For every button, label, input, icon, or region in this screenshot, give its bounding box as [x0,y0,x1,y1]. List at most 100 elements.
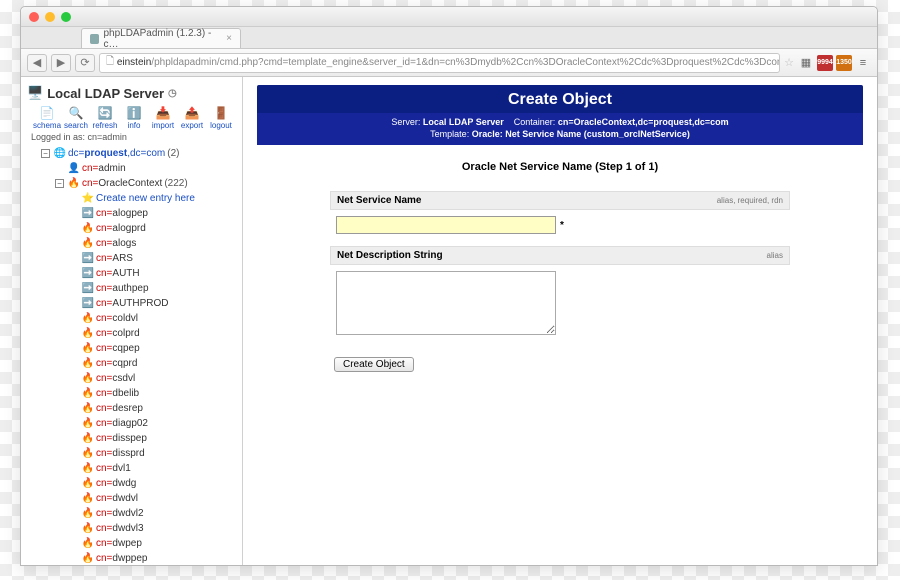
tree-node[interactable]: 🔥cn=dissprd [69,446,238,461]
tree-node[interactable]: 🔥cn=dwdvl [69,491,238,506]
tree-link[interactable]: cn=dwdvl [96,491,138,506]
browser-tab[interactable]: phpLDAPadmin (1.2.3) - c… × [81,28,241,48]
minimize-window-button[interactable] [45,12,55,22]
tree-node[interactable]: ➡️cn=authpep [69,281,238,296]
entry-icon: 🔥 [82,493,94,505]
tree-node[interactable]: ➡️cn=ARS [69,251,238,266]
tree-link[interactable]: cn=dwdvl2 [96,506,144,521]
entry-icon: 🔥 [82,448,94,460]
net-description-input[interactable] [336,271,556,335]
tree-node[interactable]: 🔥cn=alogs [69,236,238,251]
tree-link[interactable]: cn=cqprd [96,356,137,371]
create-new-entry[interactable]: ⭐ Create new entry here [69,191,238,206]
tree-link[interactable]: cn=colprd [96,326,140,341]
tree-node[interactable]: 🔥cn=disspep [69,431,238,446]
tree-node[interactable]: 🔥cn=alogprd [69,221,238,236]
action-label: info [128,121,141,130]
tree-root-link[interactable]: dc=proquest,dc=com [68,146,165,161]
close-window-button[interactable] [29,12,39,22]
tree-link[interactable]: cn=cqpep [96,341,140,356]
tree-link[interactable]: cn=alogs [96,236,136,251]
tree-link[interactable]: cn=AUTH [96,266,140,281]
tree-link[interactable]: cn=authpep [96,281,149,296]
action-search[interactable]: 🔍search [62,105,90,130]
info-icon: ℹ️ [126,105,142,121]
tree-node[interactable]: 🔥cn=dwdvl3 [69,521,238,536]
bookmark-star-icon[interactable]: ☆ [784,56,794,69]
tree-link[interactable]: cn=dissprd [96,446,145,461]
action-label: import [152,121,174,130]
action-schema[interactable]: 📄schema [33,105,61,130]
tree-link[interactable]: cn=desrep [96,401,143,416]
tree-link[interactable]: cn=dwpep [96,536,142,551]
tree-root[interactable]: − 🌐 dc=proquest,dc=com (2) [41,146,238,161]
extension-icon[interactable]: 1350 [836,55,852,71]
net-service-name-input[interactable] [336,216,556,234]
field-hint: alias [767,251,783,260]
tree-link[interactable]: cn=csdvl [96,371,135,386]
tree-node[interactable]: 🔥cn=cqpep [69,341,238,356]
tree-node[interactable]: 🔥cn=dwpep [69,536,238,551]
tree-link[interactable]: cn=disspep [96,431,147,446]
ldap-tree: − 🌐 dc=proquest,dc=com (2) 👤 cn=cn=admin… [27,146,238,565]
action-refresh[interactable]: 🔄refresh [91,105,119,130]
tree-link[interactable]: cn=dwdg [96,476,136,491]
mac-titlebar [21,7,877,27]
tree-link[interactable]: cn=dwppep [96,551,147,565]
tree-link[interactable]: cn=coldvl [96,311,138,326]
tree-link[interactable]: cn=dvl1 [96,461,131,476]
extension-icon[interactable]: 9994 [817,55,833,71]
tree-link[interactable]: cn=OracleContext [82,176,162,191]
tree-node[interactable]: 🔥cn=coldvl [69,311,238,326]
create-form: Net Service Name alias, required, rdn * … [330,191,790,372]
tree-node[interactable]: 🔥cn=desrep [69,401,238,416]
tree-link[interactable]: cn=ARS [96,251,133,266]
browser-tab-strip: phpLDAPadmin (1.2.3) - c… × [21,27,877,49]
tree-node[interactable]: 🔥cn=dvl1 [69,461,238,476]
collapse-toggle-icon[interactable]: − [55,179,64,188]
tab-close-icon[interactable]: × [226,33,232,44]
action-import[interactable]: 📥import [149,105,177,130]
tree-node[interactable]: 🔥cn=dwppep [69,551,238,565]
action-logout[interactable]: 🚪logout [207,105,235,130]
action-export[interactable]: 📤export [178,105,206,130]
back-button[interactable]: ◀ [27,54,47,72]
tree-node[interactable]: ➡️cn=AUTH [69,266,238,281]
create-object-button[interactable]: Create Object [334,357,414,372]
action-info[interactable]: ℹ️info [120,105,148,130]
tree-node[interactable]: 🔥cn=diagp02 [69,416,238,431]
tree-link[interactable]: cn=dwdvl3 [96,521,144,536]
collapse-toggle-icon[interactable]: − [41,149,50,158]
tree-node[interactable]: 🔥cn=dwdvl2 [69,506,238,521]
forward-button[interactable]: ▶ [51,54,71,72]
entry-icon: 🔥 [82,508,94,520]
tree-node[interactable]: 🔥cn=dbelib [69,386,238,401]
entry-icon: 🔥 [82,328,94,340]
menu-icon[interactable]: ≡ [855,55,871,71]
tree-link[interactable]: cn=dbelib [96,386,139,401]
zoom-window-button[interactable] [61,12,71,22]
tree-node[interactable]: 🔥cn=cqprd [69,356,238,371]
tree-link[interactable]: cn=cn=adminadmin [82,161,126,176]
tree-link[interactable]: cn=alogpep [96,206,148,221]
tree-node[interactable]: 🔥cn=colprd [69,326,238,341]
tree-link[interactable]: cn=AUTHPROD [96,296,169,311]
tree-node-admin[interactable]: 👤 cn=cn=adminadmin [55,161,238,176]
action-label: refresh [93,121,118,130]
address-bar[interactable]: 🗋 einstein /phpldapadmin/cmd.php?cmd=tem… [99,53,780,73]
tree-node[interactable]: ➡️cn=alogpep [69,206,238,221]
create-new-link[interactable]: Create new entry here [96,191,195,206]
tree-node[interactable]: 🔥cn=dwdg [69,476,238,491]
tree-node[interactable]: ➡️cn=AUTHPROD [69,296,238,311]
entry-icon: 🔥 [82,343,94,355]
tree-link[interactable]: cn=alogprd [96,221,146,236]
tree-link[interactable]: cn=diagp02 [96,416,148,431]
reload-button[interactable]: ⟳ [75,54,95,72]
star-icon: ⭐ [82,193,94,205]
tree-node[interactable]: 🔥cn=csdvl [69,371,238,386]
extension-icon[interactable]: ▦ [798,55,814,71]
entry-icon: 🔥 [82,388,94,400]
clock-icon: ◷ [168,88,177,99]
tree-node-context[interactable]: − 🔥 cn=OracleContext (222) [55,176,238,191]
server-icon: 🖥️ [27,85,43,101]
